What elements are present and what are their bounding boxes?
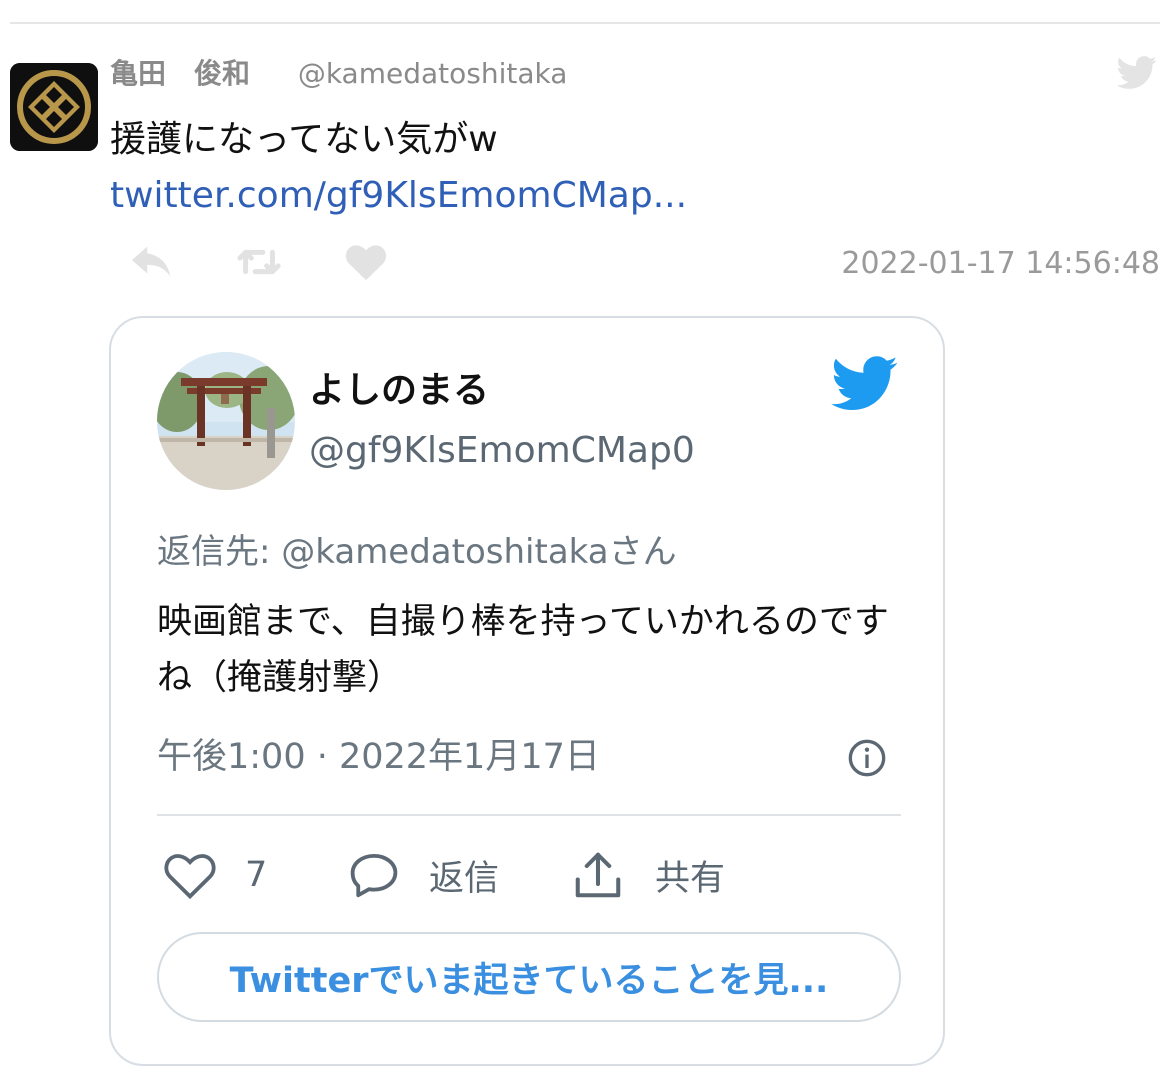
- share-label: 共有: [655, 858, 726, 899]
- author-handle[interactable]: @kamedatoshitaka: [298, 57, 568, 90]
- embed-share-button[interactable]: 共有: [571, 848, 725, 902]
- embedded-tweet-card[interactable]: よしのまる @gf9KlsEmomCMap0 返信先: @kamedatoshi…: [109, 316, 945, 1066]
- twitter-cta-button[interactable]: Twitterでいま起きていることを見...: [157, 932, 901, 1022]
- top-divider: [10, 22, 1160, 24]
- twitter-bird-icon[interactable]: [1116, 56, 1158, 90]
- reply-label: 返信: [429, 858, 500, 899]
- embed-author-name[interactable]: よしのまる: [309, 368, 489, 414]
- tweet-author[interactable]: 亀田 俊和 @kamedatoshitaka: [110, 56, 567, 92]
- kamon-icon: [10, 63, 98, 151]
- embed-tweet-time[interactable]: 午後1:00 · 2022年1月17日: [157, 734, 600, 780]
- embed-author-handle[interactable]: @gf9KlsEmomCMap0: [309, 428, 695, 474]
- like-count: 7: [245, 855, 268, 895]
- reply-to-label: 返信先: @kamedatoshitakaさん: [157, 532, 677, 572]
- retweet-icon: [237, 249, 281, 275]
- shrine-photo: [157, 352, 295, 490]
- embed-reply-button[interactable]: 返信: [347, 848, 499, 902]
- heart-icon: [164, 854, 216, 900]
- comment-icon: [350, 853, 398, 898]
- embed-like-button[interactable]: 7: [163, 848, 267, 902]
- reply-button[interactable]: [130, 240, 176, 284]
- heart-icon: [345, 245, 387, 281]
- share-icon: [575, 852, 621, 898]
- like-button[interactable]: [344, 240, 388, 284]
- twitter-bird-icon[interactable]: [831, 356, 899, 412]
- author-avatar[interactable]: [10, 63, 98, 151]
- tweet-link[interactable]: twitter.com/gf9KlsEmomCMap...: [110, 174, 687, 218]
- author-name[interactable]: 亀田 俊和: [110, 57, 250, 90]
- card-divider: [157, 814, 901, 816]
- embed-author-avatar[interactable]: [157, 352, 295, 490]
- tweet-text: 援護になってない気がw: [110, 119, 498, 160]
- tweet-timestamp[interactable]: 2022-01-17 14:56:48: [841, 244, 1160, 284]
- retweet-button[interactable]: [236, 240, 282, 284]
- info-icon[interactable]: [847, 738, 887, 778]
- embed-tweet-text: 映画館まで、自撮り棒を持っていかれるのですね（掩護射撃）: [157, 602, 889, 698]
- reply-icon: [131, 246, 171, 277]
